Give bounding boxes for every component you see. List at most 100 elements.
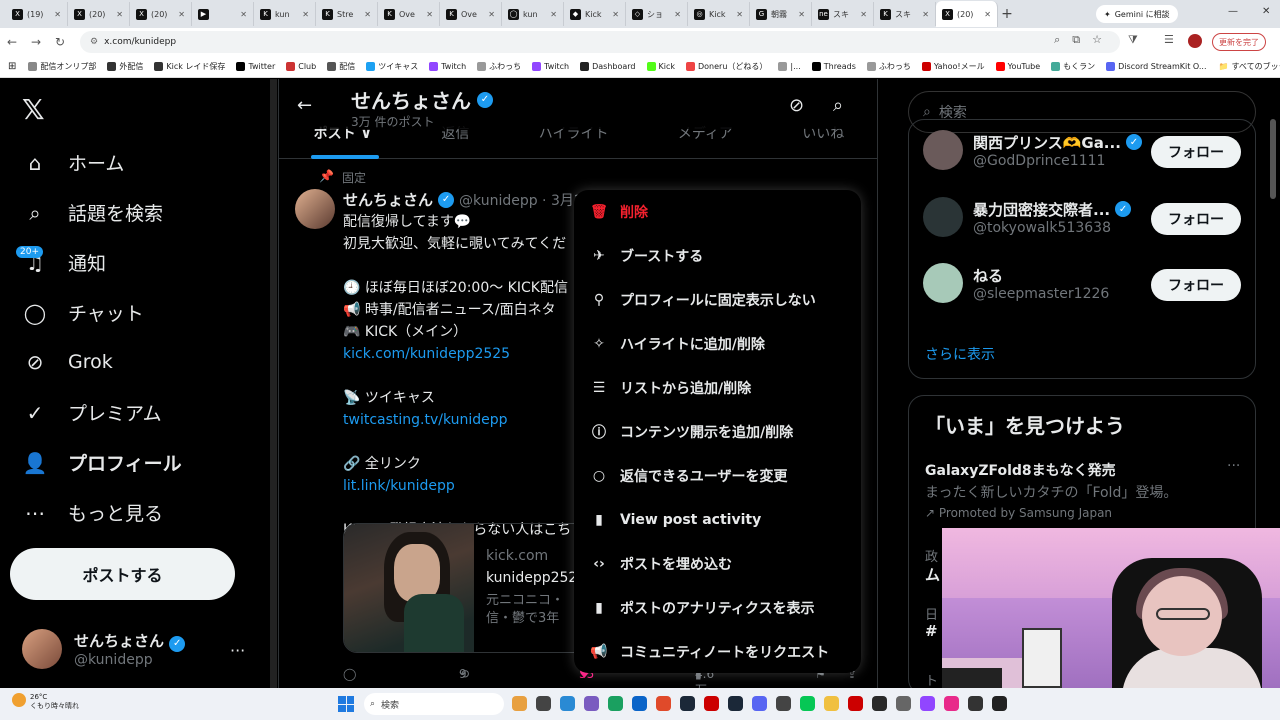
taskbar-app-icon[interactable] [992,696,1007,711]
reload-icon[interactable]: ↻ [48,35,72,49]
taskbar-app-icon[interactable] [608,696,623,711]
browser-tab[interactable]: X (19) ✕ [6,2,68,26]
bookmark-item[interactable]: Twitter [236,61,275,72]
browser-tab[interactable]: K Stre ✕ [316,2,378,26]
nav-item[interactable]: ⊘ Grok [22,349,113,375]
bookmark-item[interactable]: Kick [646,61,675,72]
taskbar-app-icon[interactable] [872,696,887,711]
menu-item-delete[interactable]: 🗑 削除 [574,190,861,234]
account-switcher[interactable]: せんちょさん ✓ @kunidepp [22,629,186,669]
star-icon[interactable]: ☆ [1092,33,1102,47]
bookmark-item[interactable]: Twitch [429,61,466,72]
close-window-icon[interactable]: ✕ [1262,6,1270,17]
close-tab-icon[interactable]: ✕ [54,10,61,19]
follow-button[interactable]: フォロー [1151,269,1241,301]
taskbar-app-icon[interactable] [944,696,959,711]
close-tab-icon[interactable]: ✕ [302,10,309,19]
close-tab-icon[interactable]: ✕ [612,10,619,19]
bookmark-item[interactable]: 配信オンリプ部 [28,61,96,72]
menu-item-reply-settings[interactable]: ○ 返信できるユーザーを変更 [574,454,861,498]
taskbar-app-icon[interactable] [632,696,647,711]
taskbar-app-icon[interactable] [560,696,575,711]
menu-item-highlight[interactable]: ✧ ハイライトに追加/削除 [574,322,861,366]
taskbar-app-icon[interactable] [680,696,695,711]
bookmark-item[interactable]: ツイキャス [366,61,418,72]
bookmark-item[interactable]: Doneru（どねる） [686,61,767,72]
close-tab-icon[interactable]: ✕ [860,10,867,19]
taskbar-app-icon[interactable] [968,696,983,711]
nav-item[interactable]: ✓ プレミアム [22,399,162,426]
menu-item-embed[interactable]: ‹› ポストを埋め込む [574,542,861,586]
bookmark-item[interactable]: Dashboard [580,61,636,72]
bookmark-item[interactable]: Threads [811,61,856,72]
browser-tab[interactable]: X (20) ✕ [130,2,192,26]
close-tab-icon[interactable]: ✕ [178,10,185,19]
bookmark-item[interactable]: Club [286,61,316,72]
menu-item-post-activity[interactable]: ▮ View post activity [574,498,861,542]
x-logo-icon[interactable]: 𝕏 [22,93,45,126]
browser-tab[interactable]: G 朝霧 ✕ [750,2,812,26]
menu-item-unpin[interactable]: ⚲ プロフィールに固定表示しない [574,278,861,322]
account-more-icon[interactable]: ··· [230,641,245,660]
site-info-icon[interactable]: ⚙ [90,37,98,47]
close-tab-icon[interactable]: ✕ [674,10,681,19]
close-tab-icon[interactable]: ✕ [922,10,929,19]
start-icon[interactable] [338,696,354,712]
nav-item[interactable]: 👤 プロフィール [22,449,182,476]
taskbar-app-icon[interactable] [800,696,815,711]
close-tab-icon[interactable]: ✕ [240,10,247,19]
update-button[interactable]: 更新を完了 [1212,33,1266,51]
taskbar-app-icon[interactable] [584,696,599,711]
profile-avatar[interactable] [1188,34,1202,48]
taskbar-app-icon[interactable] [704,696,719,711]
bookmark-item[interactable]: Kick レイド保存 [154,61,225,72]
forward-icon[interactable]: → [24,35,48,49]
close-tab-icon[interactable]: ✕ [426,10,433,19]
browser-tab[interactable]: ◆ Kick ✕ [564,2,626,26]
taskbar-app-icon[interactable] [824,696,839,711]
new-tab-icon[interactable]: + [998,6,1016,22]
browser-tab[interactable]: K Ove ✕ [440,2,502,26]
all-bookmarks[interactable]: 📁すべてのブックマーク [1218,61,1280,72]
weather-widget[interactable]: 26°C くもり時々晴れ [12,693,79,711]
browser-tab[interactable]: ▶ ✕ [192,2,254,26]
minimize-icon[interactable]: — [1228,6,1238,17]
scrollbar-thumb[interactable] [1270,119,1276,199]
menu-item-analytics[interactable]: ▮ ポストのアナリティクスを表示 [574,586,861,630]
follow-button[interactable]: フォロー [1151,203,1241,235]
post-avatar[interactable] [295,189,335,229]
reply-icon[interactable]: ◯ [343,667,356,681]
nav-item[interactable]: ⌂ ホーム [22,149,125,176]
taskbar-app-icon[interactable] [656,696,671,711]
nav-item[interactable]: ◯ チャット [22,299,144,326]
close-tab-icon[interactable]: ✕ [364,10,371,19]
bookmark-item[interactable]: Yahoo!メール [921,61,985,72]
back-icon[interactable]: ← [0,35,24,49]
close-tab-icon[interactable]: ✕ [984,10,991,19]
taskbar-app-icon[interactable] [752,696,767,711]
bookmark-item[interactable]: 外配信 [107,61,143,72]
browser-tab[interactable]: ◇ ショ ✕ [626,2,688,26]
taskbar-app-icon[interactable] [920,696,935,711]
close-tab-icon[interactable]: ✕ [550,10,557,19]
bookmark-item[interactable]: 配信 [327,61,355,72]
browser-tab[interactable]: Kkun ✕ [254,2,316,26]
follow-suggestion[interactable]: ねる @sleepmaster1226 [923,263,1109,303]
browser-tab[interactable]: ◯ kun ✕ [502,2,564,26]
menu-item-community-note[interactable]: 📢 コミュニティノートをリクエスト [574,630,861,674]
extensions-icon[interactable]: ⧩ [1128,33,1138,47]
taskbar-search[interactable]: ⌕ 検索 [364,693,504,715]
bookmark-item[interactable]: |... [778,61,801,72]
bookmark-item[interactable]: ふわっち [866,61,911,72]
follow-suggestion[interactable]: 関西プリンス🫶Ga... ✓ @GodDprince1111 [923,130,1142,170]
author-name[interactable]: せんちょさん [343,189,433,210]
install-icon[interactable]: ⧉ [1072,33,1080,47]
close-tab-icon[interactable]: ✕ [488,10,495,19]
browser-tab[interactable]: K スキ ✕ [874,2,936,26]
trend-item[interactable]: ム [925,564,940,585]
taskbar-app-icon[interactable] [848,696,863,711]
bookmark-item[interactable]: Discord StreamKit O... [1106,61,1206,72]
menu-item-list[interactable]: ☰ リストから追加/削除 [574,366,861,410]
gemini-button[interactable]: ✦ Gemini に相談 [1096,5,1178,23]
grok-analyze-icon[interactable]: ⊘ [789,95,804,116]
